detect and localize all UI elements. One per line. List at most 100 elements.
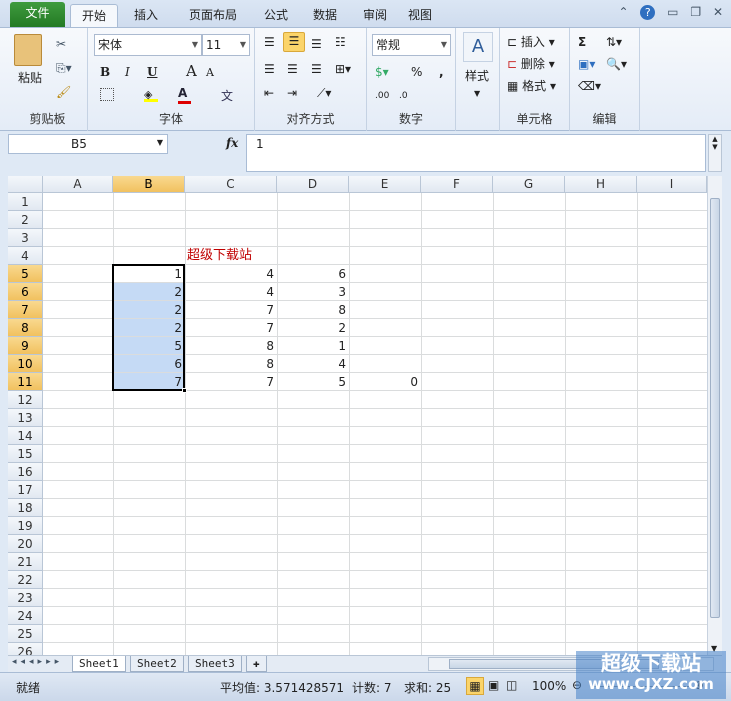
copy-icon[interactable]: ⎘▾: [56, 60, 72, 76]
format-painter-icon[interactable]: 🖌: [56, 84, 71, 100]
format-cells-button[interactable]: ▦ 格式 ▾: [507, 78, 556, 94]
column-header-D[interactable]: D: [277, 176, 349, 193]
row-header-20[interactable]: 20: [8, 535, 43, 553]
cell-E11[interactable]: 0: [349, 373, 421, 391]
orientation-icon[interactable]: ⟋▾: [317, 85, 331, 101]
formula-input[interactable]: 1: [246, 134, 706, 172]
cut-icon[interactable]: ✂: [56, 36, 66, 52]
cell-C7[interactable]: 7: [185, 301, 277, 319]
scroll-thumb[interactable]: [710, 198, 720, 618]
column-header-C[interactable]: C: [185, 176, 277, 193]
clear-icon[interactable]: ⌫▾: [578, 78, 601, 94]
sheet-tab-2[interactable]: Sheet2: [130, 656, 184, 672]
column-header-F[interactable]: F: [421, 176, 493, 193]
align-middle-icon[interactable]: ☰: [283, 32, 305, 52]
page-break-view-icon[interactable]: ◫: [506, 678, 517, 692]
zoom-level[interactable]: 100%: [532, 679, 566, 693]
row-header-5[interactable]: 5: [8, 265, 43, 283]
worksheet-grid[interactable]: A B C D E F G H I 1 2 3 4 5 6 7 8 9 10 11 12 13 14 15 16 17 18 19 20…: [8, 176, 707, 655]
select-all-button[interactable]: [8, 176, 43, 193]
minimize-icon[interactable]: ▭: [667, 5, 678, 19]
row-header-16[interactable]: 16: [8, 463, 43, 481]
bold-button[interactable]: B: [100, 64, 110, 80]
comma-button[interactable]: ,: [439, 64, 444, 80]
merge-center-icon[interactable]: ⊞▾: [335, 61, 351, 77]
italic-button[interactable]: I: [125, 64, 130, 80]
grow-font-button[interactable]: A: [186, 63, 197, 79]
row-header-23[interactable]: 23: [8, 589, 43, 607]
help-icon[interactable]: ?: [640, 5, 656, 20]
align-right-icon[interactable]: ☰: [311, 61, 322, 77]
styles-icon[interactable]: A: [463, 32, 493, 62]
chevron-down-icon[interactable]: ▼: [474, 86, 480, 102]
cell-C10[interactable]: 8: [185, 355, 277, 373]
cell-D9[interactable]: 1: [277, 337, 349, 355]
cell-C6[interactable]: 4: [185, 283, 277, 301]
row-header-21[interactable]: 21: [8, 553, 43, 571]
row-header-19[interactable]: 19: [8, 517, 43, 535]
chevron-down-icon[interactable]: ▼: [157, 138, 163, 147]
font-name-combo[interactable]: 宋体 ▼: [94, 34, 202, 56]
autosum-button[interactable]: Σ: [578, 34, 586, 50]
insert-cells-button[interactable]: ⊏ 插入 ▾: [507, 34, 555, 50]
cell-D10[interactable]: 4: [277, 355, 349, 373]
vertical-scrollbar[interactable]: ▼: [707, 176, 722, 655]
cell-D8[interactable]: 2: [277, 319, 349, 337]
borders-icon[interactable]: [100, 88, 114, 101]
cell-C11[interactable]: 7: [185, 373, 277, 391]
row-header-1[interactable]: 1: [8, 193, 43, 211]
expand-formula-bar-button[interactable]: ▲ ▼: [708, 134, 722, 172]
decrease-decimal-button[interactable]: .0: [399, 88, 408, 104]
tab-4[interactable]: 公式: [258, 4, 294, 27]
tab-5[interactable]: 数据: [305, 4, 345, 27]
find-select-icon[interactable]: 🔍▾: [606, 56, 627, 72]
cell-D6[interactable]: 3: [277, 283, 349, 301]
fill-icon[interactable]: ▣▾: [578, 56, 595, 72]
increase-indent-icon[interactable]: ⇥: [287, 85, 297, 101]
shrink-font-button[interactable]: A: [206, 65, 214, 81]
cell-C9[interactable]: 8: [185, 337, 277, 355]
normal-view-icon[interactable]: ▦: [466, 677, 484, 695]
tab-7[interactable]: 视图: [400, 4, 440, 27]
align-left-icon[interactable]: ☰: [264, 61, 275, 77]
phonetic-button[interactable]: 文: [221, 88, 233, 104]
row-header-10[interactable]: 10: [8, 355, 43, 373]
tab-3[interactable]: 页面布局: [180, 4, 246, 27]
styles-button[interactable]: 样式: [465, 68, 489, 84]
row-header-13[interactable]: 13: [8, 409, 43, 427]
column-header-B[interactable]: B: [113, 176, 185, 193]
align-center-icon[interactable]: ☰: [287, 61, 298, 77]
fill-handle[interactable]: [182, 388, 187, 393]
insert-sheet-icon[interactable]: ✚: [246, 656, 267, 672]
cell-C5[interactable]: 4: [185, 265, 277, 283]
tab-1[interactable]: 开始: [70, 4, 118, 27]
number-format-combo[interactable]: 常规 ▼: [372, 34, 451, 56]
font-size-combo[interactable]: 11 ▼: [202, 34, 250, 56]
close-icon[interactable]: ✕: [713, 5, 723, 19]
cell-D7[interactable]: 8: [277, 301, 349, 319]
row-header-7[interactable]: 7: [8, 301, 43, 319]
column-header-G[interactable]: G: [493, 176, 565, 193]
cell-C8[interactable]: 7: [185, 319, 277, 337]
tab-6[interactable]: 审阅: [355, 4, 395, 27]
sort-filter-icon[interactable]: ⇅▾: [606, 34, 622, 50]
cell-D5[interactable]: 6: [277, 265, 349, 283]
name-box[interactable]: B5 ▼: [8, 134, 168, 154]
title-cell[interactable]: 超级下载站: [185, 247, 252, 265]
row-header-18[interactable]: 18: [8, 499, 43, 517]
insert-function-button[interactable]: fx: [226, 136, 238, 150]
page-layout-view-icon[interactable]: ▣: [488, 678, 499, 692]
row-header-4[interactable]: 4: [8, 247, 43, 265]
font-color-button[interactable]: A: [178, 85, 191, 104]
column-header-I[interactable]: I: [637, 176, 707, 193]
decrease-indent-icon[interactable]: ⇤: [264, 85, 274, 101]
paste-icon[interactable]: [14, 34, 42, 66]
column-header-H[interactable]: H: [565, 176, 637, 193]
row-header-25[interactable]: 25: [8, 625, 43, 643]
tab-0[interactable]: 文件: [10, 2, 65, 27]
minimize-ribbon-icon[interactable]: ⌃: [618, 5, 628, 19]
row-header-17[interactable]: 17: [8, 481, 43, 499]
row-header-11[interactable]: 11: [8, 373, 43, 391]
row-header-12[interactable]: 12: [8, 391, 43, 409]
sheet-tab-1[interactable]: Sheet1: [72, 656, 126, 672]
